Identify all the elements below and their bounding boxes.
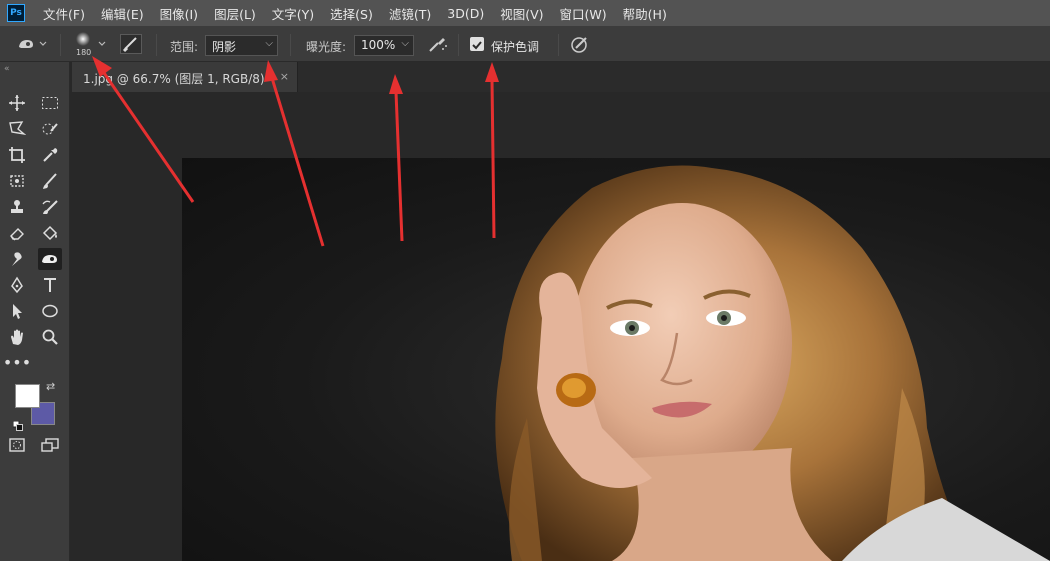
chevron-down-icon: ⌵ [401, 38, 409, 49]
exposure-label: 曝光度: [306, 40, 347, 54]
quick-mask-button[interactable] [5, 434, 29, 456]
menu-window[interactable]: 窗口(W) [552, 4, 615, 23]
stamp-icon [11, 200, 23, 213]
clone-stamp-tool[interactable] [5, 196, 29, 218]
history-brush-tool[interactable] [38, 196, 62, 218]
lasso-tool[interactable] [5, 118, 29, 140]
brush-tool[interactable] [38, 170, 62, 192]
tools-panel: « ••• ⇄ [0, 62, 70, 561]
path-selection-arrow-icon [13, 304, 22, 319]
range-label: 范围: [170, 40, 199, 54]
menu-image[interactable]: 图像(I) [152, 4, 206, 23]
edit-toolbar-button[interactable]: ••• [2, 352, 32, 374]
zoom-tool[interactable] [38, 326, 62, 348]
range-select[interactable]: 阴影 ⌵ [205, 35, 278, 56]
canvas-workspace[interactable] [72, 92, 1050, 561]
tool-preset-picker[interactable] [16, 36, 50, 56]
airbrush-button[interactable] [427, 35, 449, 59]
type-tool[interactable] [38, 274, 62, 296]
healing-brush-tool[interactable] [5, 170, 29, 192]
more-dots-icon: ••• [2, 353, 32, 372]
paint-bucket-icon [42, 225, 58, 241]
pen-tool[interactable] [5, 274, 29, 296]
pen-icon [11, 276, 23, 294]
chevron-down-icon: ⌵ [265, 38, 273, 49]
menu-edit[interactable]: 编辑(E) [93, 4, 152, 23]
burn-tool[interactable] [38, 248, 62, 270]
pressure-size-button[interactable] [570, 35, 590, 59]
menu-filter[interactable]: 滤镜(T) [381, 4, 439, 23]
hand-icon [11, 329, 23, 345]
range-value: 阴影 [212, 40, 237, 54]
swap-colors-icon[interactable]: ⇄ [46, 380, 55, 393]
eraser-tool[interactable] [5, 222, 29, 244]
smudge-tool[interactable] [5, 248, 29, 270]
photoshop-logo-icon[interactable]: Ps [7, 4, 25, 22]
brush-icon [43, 173, 57, 189]
menu-help[interactable]: 帮助(H) [615, 4, 675, 23]
history-brush-icon [42, 200, 58, 214]
brush-settings-icon [122, 37, 137, 53]
patch-icon [10, 175, 24, 187]
brush-settings-button[interactable] [120, 34, 142, 54]
paint-bucket-tool[interactable] [38, 222, 62, 244]
menu-layer[interactable]: 图层(L) [206, 4, 264, 23]
screen-mode-button[interactable] [38, 434, 62, 456]
polygonal-lasso-icon [9, 121, 26, 136]
type-icon [44, 278, 56, 292]
menu-file[interactable]: 文件(F) [35, 4, 93, 23]
menu-3d[interactable]: 3D(D) [439, 6, 492, 21]
move-tool[interactable] [5, 92, 29, 114]
marquee-tool[interactable] [38, 92, 62, 114]
checkmark-icon [472, 41, 482, 50]
menu-type[interactable]: 文字(Y) [264, 4, 322, 23]
document-tab-title: 1.jpg @ 66.7% (图层 1, RGB/8) [83, 72, 265, 86]
collapse-panel-icon[interactable]: « [4, 64, 10, 74]
burn-tool-icon [19, 40, 47, 48]
quick-mask-icon [9, 438, 25, 452]
eyedropper-tool[interactable] [38, 144, 62, 166]
smudge-icon [12, 252, 22, 266]
airbrush-icon [429, 38, 447, 52]
document-tab-bar: 1.jpg @ 66.7% (图层 1, RGB/8) × [72, 62, 1050, 92]
hand-tool[interactable] [5, 326, 29, 348]
crop-tool[interactable] [5, 144, 29, 166]
protect-tones-checkbox[interactable] [470, 37, 484, 51]
default-colors-icon[interactable] [12, 416, 23, 431]
rect-marquee-icon [42, 97, 58, 109]
ellipse-tool[interactable] [38, 300, 62, 322]
document-image[interactable] [182, 158, 1050, 561]
path-selection-tool[interactable] [5, 300, 29, 322]
exposure-input[interactable]: 100% ⌵ [354, 35, 414, 56]
foreground-color-swatch[interactable] [15, 384, 40, 408]
quick-selection-icon [42, 123, 58, 135]
options-bar: 180 范围: 阴影 ⌵ 曝光度: 100% ⌵ 保护色调 [0, 26, 1050, 62]
menu-bar: Ps 文件(F) 编辑(E) 图像(I) 图层(L) 文字(Y) 选择(S) 滤… [0, 0, 1050, 26]
screen-mode-icon [41, 438, 59, 452]
brush-size-value: 180 [76, 48, 92, 57]
crop-icon [9, 147, 25, 163]
protect-tones-label: 保护色调 [491, 40, 540, 54]
brush-preset-picker[interactable]: 180 [72, 30, 112, 58]
quick-selection-tool[interactable] [38, 118, 62, 140]
eyedropper-icon [43, 148, 58, 162]
ellipse-icon [42, 304, 58, 318]
document-tab[interactable]: 1.jpg @ 66.7% (图层 1, RGB/8) × [72, 62, 298, 92]
eraser-icon [10, 228, 24, 241]
burn-icon [42, 255, 57, 263]
menu-select[interactable]: 选择(S) [322, 4, 381, 23]
move-icon [9, 95, 25, 111]
portrait-photo [495, 165, 1050, 561]
pressure-pen-icon [571, 37, 587, 53]
magnifier-icon [42, 329, 58, 345]
close-tab-icon[interactable]: × [280, 70, 289, 83]
exposure-value: 100% [361, 38, 396, 52]
menu-view[interactable]: 视图(V) [492, 4, 551, 23]
